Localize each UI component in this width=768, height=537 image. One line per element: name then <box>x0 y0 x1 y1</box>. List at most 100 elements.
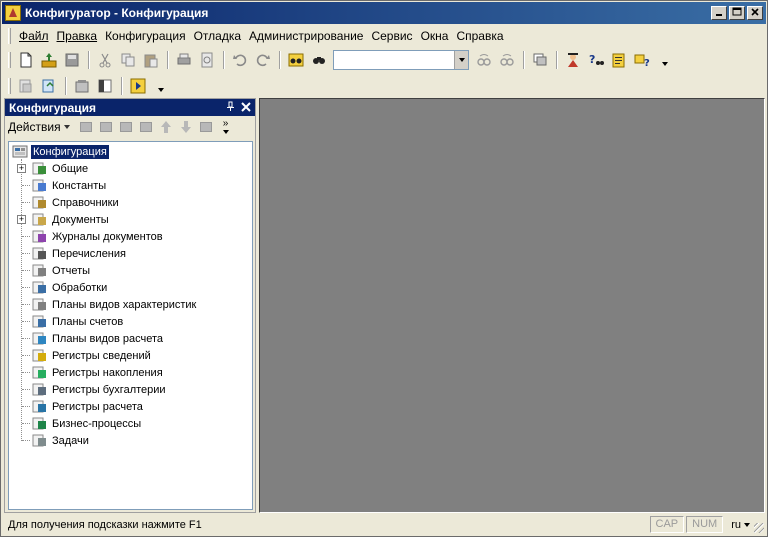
database-button[interactable] <box>71 75 93 97</box>
tree-item[interactable]: Отчеты <box>31 262 92 279</box>
cut-button[interactable] <box>94 49 116 71</box>
actions-menu-button[interactable]: Действия <box>8 120 70 134</box>
title-bar[interactable]: Конфигуратор - Конфигурация <box>2 2 766 24</box>
tree-item[interactable]: Регистры сведений <box>31 347 153 364</box>
menu-administration[interactable]: Администрирование <box>245 27 367 45</box>
tree-item[interactable]: Общие <box>31 160 90 177</box>
menu-file[interactable]: Файл <box>15 27 53 45</box>
toolbar-overflow-button[interactable] <box>654 49 676 71</box>
tree-item-label: Регистры накопления <box>52 366 163 379</box>
update-config-button[interactable] <box>38 75 60 97</box>
tree-item[interactable]: Планы счетов <box>31 313 125 330</box>
find-back-button[interactable] <box>496 49 518 71</box>
module-button[interactable] <box>94 75 116 97</box>
compare-config-button[interactable] <box>15 75 37 97</box>
find-next-button[interactable] <box>308 49 330 71</box>
copy-button[interactable] <box>117 49 139 71</box>
tree-connector <box>22 236 30 237</box>
menu-windows[interactable]: Окна <box>417 27 453 45</box>
toolbar2-overflow-button[interactable] <box>150 75 172 97</box>
find-back-icon <box>500 54 514 66</box>
find-button[interactable] <box>285 49 307 71</box>
tree-connector <box>22 202 30 203</box>
print-button[interactable] <box>173 49 195 71</box>
copy-item-button[interactable] <box>116 118 136 136</box>
configuration-tree[interactable]: Конфигурация + Общие Константы Справочники +… <box>8 141 253 510</box>
toolbar-grip[interactable] <box>8 78 11 94</box>
open-button[interactable] <box>38 49 60 71</box>
tree-item[interactable]: Регистры накопления <box>31 364 165 381</box>
close-icon <box>241 101 251 112</box>
sort-button[interactable] <box>196 118 216 136</box>
new-button[interactable] <box>15 49 37 71</box>
tree-root[interactable]: Конфигурация <box>12 143 109 160</box>
menu-edit[interactable]: Правка <box>53 27 102 45</box>
run-debug-button[interactable] <box>127 75 149 97</box>
close-button[interactable] <box>747 6 763 20</box>
syntax-icon <box>612 53 625 68</box>
toolbar-grip[interactable] <box>8 52 11 68</box>
find-forward-button[interactable] <box>473 49 495 71</box>
panel-header: Конфигурация <box>5 99 255 116</box>
panel-toolbar: Действия » <box>5 116 255 138</box>
tree-item[interactable]: Планы видов характеристик <box>31 296 198 313</box>
print-icon <box>177 53 191 65</box>
resize-grip[interactable] <box>754 523 764 533</box>
menu-configuration[interactable]: Конфигурация <box>101 27 190 45</box>
save-button[interactable] <box>61 49 83 71</box>
num-lock-indicator: NUM <box>686 516 724 533</box>
business-processes-icon <box>32 417 46 430</box>
preview-button[interactable] <box>196 49 218 71</box>
tree-item-label: Планы счетов <box>52 315 124 328</box>
syntax-helper-button[interactable] <box>608 49 630 71</box>
find-icon <box>288 53 304 67</box>
tree-expander[interactable]: + <box>17 215 26 224</box>
search-dropdown-button[interactable] <box>454 51 468 69</box>
tree-item[interactable]: Задачи <box>31 432 91 449</box>
tree-item[interactable]: Перечисления <box>31 245 128 262</box>
menu-grip[interactable] <box>8 27 11 44</box>
tree-item[interactable]: Журналы документов <box>31 228 165 245</box>
move-up-button[interactable] <box>156 118 176 136</box>
menu-debug[interactable]: Отладка <box>190 27 245 45</box>
search-input[interactable] <box>333 50 469 70</box>
tree-connector <box>22 372 30 373</box>
tree-item[interactable]: Регистры бухгалтерии <box>31 381 168 398</box>
tree-item[interactable]: Планы видов расчета <box>31 330 165 347</box>
language-selector[interactable]: ru <box>731 519 750 531</box>
panel-overflow-button[interactable]: » <box>216 118 236 136</box>
tree-item[interactable]: Константы <box>31 177 108 194</box>
calculation-types-icon <box>32 332 46 345</box>
minimize-button[interactable] <box>711 6 727 20</box>
add-group-button[interactable] <box>96 118 116 136</box>
tree-item[interactable]: Бизнес-процессы <box>31 415 143 432</box>
mdi-workspace[interactable] <box>259 98 765 513</box>
windows-button[interactable] <box>529 49 551 71</box>
actions-label: Действия <box>8 120 61 134</box>
add-button[interactable] <box>76 118 96 136</box>
undo-button[interactable] <box>229 49 251 71</box>
redo-button[interactable] <box>252 49 274 71</box>
tree-item[interactable]: Регистры расчета <box>31 398 145 415</box>
wizard-button[interactable] <box>562 49 584 71</box>
delete-button[interactable] <box>136 118 156 136</box>
maximize-button[interactable] <box>729 6 745 20</box>
paste-button[interactable] <box>140 49 162 71</box>
help-button[interactable]: ? <box>585 49 607 71</box>
menu-help[interactable]: Справка <box>452 27 507 45</box>
arrow-down-icon <box>180 121 191 133</box>
panel-close-button[interactable] <box>239 101 253 115</box>
svg-text:?: ? <box>589 53 595 66</box>
tree-item[interactable]: Справочники <box>31 194 121 211</box>
tree-item[interactable]: Документы <box>31 211 111 228</box>
cut-icon <box>99 53 111 68</box>
tree-connector <box>22 304 30 305</box>
pin-button[interactable] <box>223 101 237 115</box>
tree-connector <box>22 406 30 407</box>
tree-item-label: Справочники <box>52 196 119 209</box>
tree-item[interactable]: Обработки <box>31 279 109 296</box>
about-button[interactable]: ? <box>631 49 653 71</box>
menu-service[interactable]: Сервис <box>367 27 416 45</box>
tree-expander[interactable]: + <box>17 164 26 173</box>
move-down-button[interactable] <box>176 118 196 136</box>
